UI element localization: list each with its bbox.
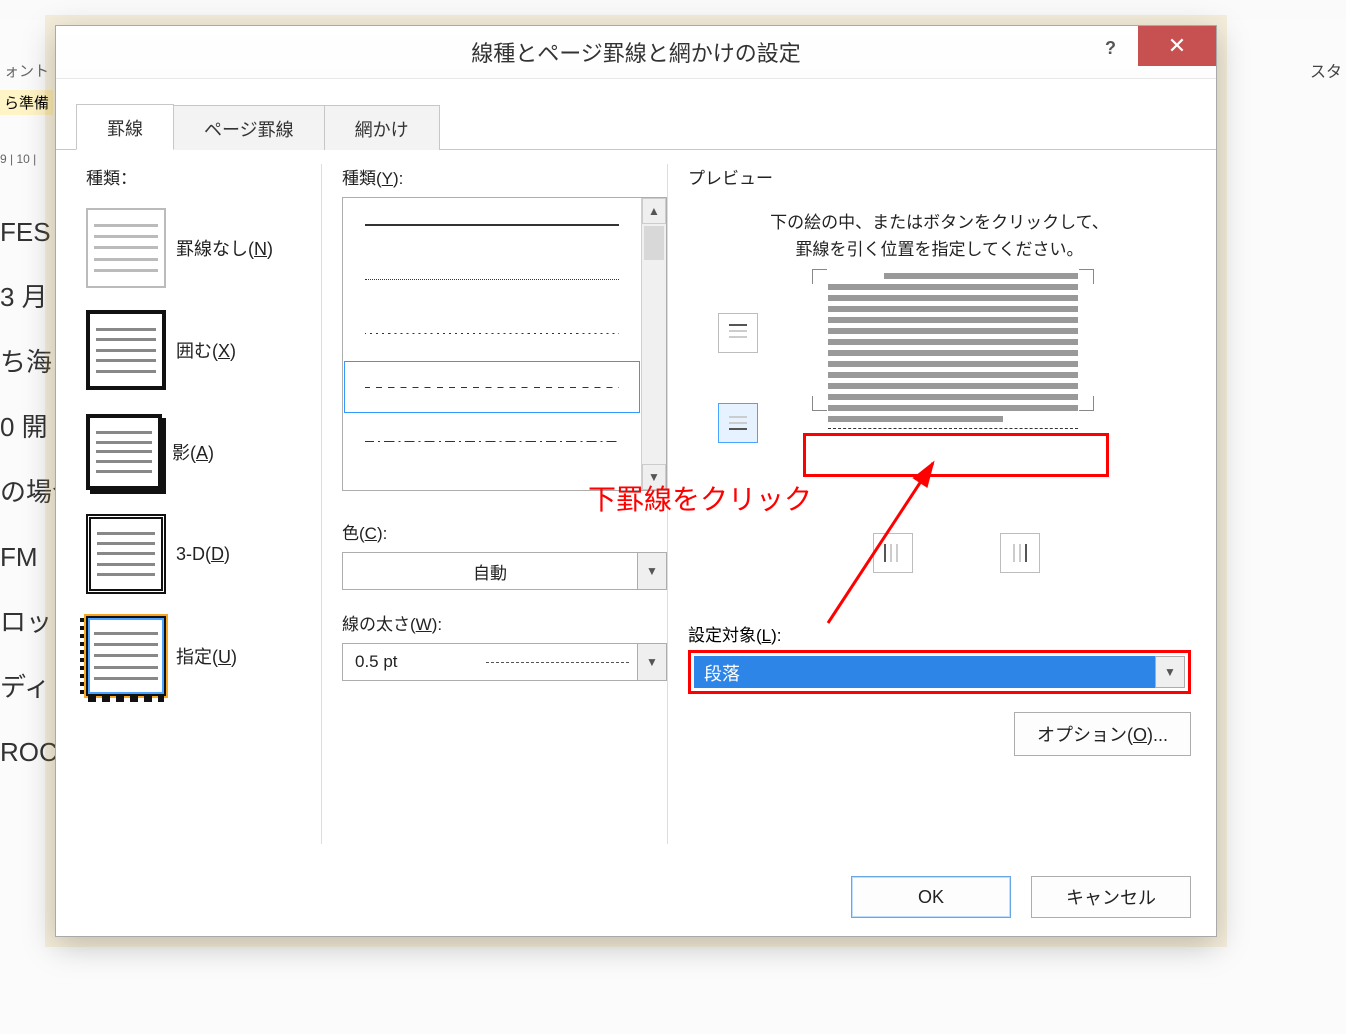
dropdown-icon[interactable]: ▼: [637, 553, 666, 589]
width-label: 線の太さ(W):: [342, 610, 667, 635]
width-sample-icon: [486, 662, 629, 663]
close-button[interactable]: ✕: [1138, 26, 1216, 66]
preview-box: 下罫線をクリック: [688, 273, 1191, 603]
color-combo[interactable]: 自動 ▼: [342, 552, 667, 590]
bg-font-label: ォント: [4, 60, 49, 81]
setting-custom-icon[interactable]: [86, 616, 166, 696]
setting-shadow-label: 影(A): [172, 439, 214, 465]
line-style-selected[interactable]: [343, 360, 641, 414]
width-value: 0.5 pt: [343, 652, 486, 672]
scroll-up-icon[interactable]: ▲: [642, 198, 666, 224]
annotation-arrow-icon: [818, 453, 968, 633]
setting-shadow-icon[interactable]: [86, 414, 162, 490]
setting-custom-label: 指定(U): [176, 643, 237, 669]
setting-header: 種類：: [86, 164, 321, 189]
width-combo[interactable]: 0.5 pt ▼: [342, 643, 667, 681]
setting-3d-icon[interactable]: [86, 514, 166, 594]
annotation-text: 下罫線をクリック: [588, 478, 812, 518]
style-panel-hint: スタ: [1310, 58, 1342, 82]
ok-button[interactable]: OK: [851, 876, 1011, 918]
borders-and-shading-dialog: 線種とページ罫線と網かけの設定 ? ✕ 罫線 ページ罫線 網かけ 種類： 罫線な…: [55, 25, 1217, 937]
ruler-fragment: 9 | 10 |: [0, 152, 36, 166]
setting-none-label: 罫線なし(N): [176, 235, 273, 261]
apply-to-combo[interactable]: 段落 ▼: [694, 656, 1185, 688]
paragraph-preview[interactable]: [828, 273, 1078, 429]
style-list-scrollbar[interactable]: ▲ ▼: [641, 198, 666, 490]
line-style-list[interactable]: ▲ ▼: [342, 197, 667, 491]
tab-page-border[interactable]: ページ罫線: [173, 105, 325, 150]
setting-box-icon[interactable]: [86, 310, 166, 390]
apply-to-value: 段落: [694, 656, 1155, 688]
cancel-button[interactable]: キャンセル: [1031, 876, 1191, 918]
annotation-highlight-applyto: 段落 ▼: [688, 650, 1191, 694]
bg-prep-label: ら準備: [0, 90, 53, 115]
dialog-titlebar: 線種とページ罫線と網かけの設定 ? ✕: [56, 26, 1216, 79]
options-button[interactable]: オプション(O)...: [1014, 712, 1191, 756]
color-label: 色(C):: [342, 519, 667, 544]
dropdown-icon[interactable]: ▼: [1155, 656, 1185, 688]
tab-shading[interactable]: 網かけ: [324, 105, 440, 150]
border-bottom-button[interactable]: [718, 403, 758, 443]
setting-none-icon[interactable]: [86, 208, 166, 288]
style-header: 種類(Y):: [342, 164, 667, 189]
color-value: 自動: [343, 559, 637, 584]
preview-hint: 下の絵の中、またはボタンをクリックして、罫線を引く位置を指定してください。: [765, 209, 1115, 263]
setting-box-label: 囲む(X): [176, 337, 236, 363]
tab-strip: 罫線 ページ罫線 網かけ: [56, 107, 1216, 150]
document-text: FES 3 月 ち海 0 開 の場合 FM ロッ ディ ROC: [0, 200, 60, 785]
setting-3d-label: 3-D(D): [176, 544, 230, 565]
help-button[interactable]: ?: [1105, 38, 1116, 59]
preview-header: プレビュー: [688, 164, 1191, 189]
dialog-title: 線種とページ罫線と網かけの設定: [56, 36, 1216, 68]
dropdown-icon[interactable]: ▼: [637, 644, 666, 680]
tab-borders[interactable]: 罫線: [76, 104, 174, 150]
border-right-button[interactable]: [1000, 533, 1040, 573]
border-top-button[interactable]: [718, 313, 758, 353]
